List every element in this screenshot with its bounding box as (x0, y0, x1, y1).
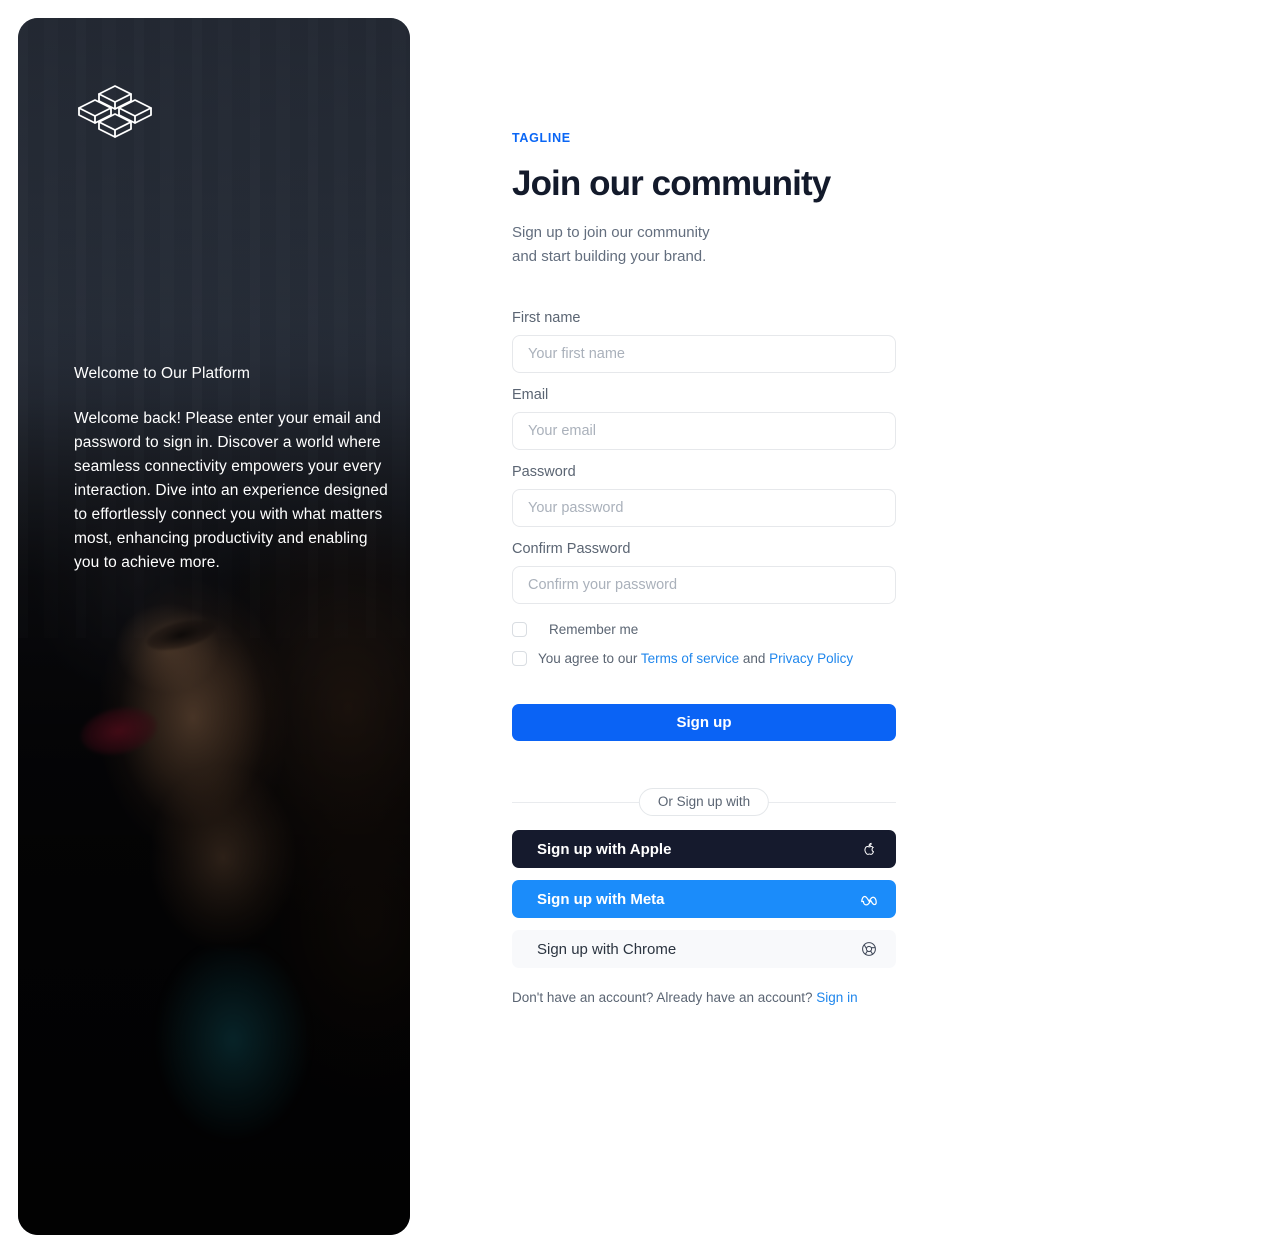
page-subtitle: Sign up to join our community and start … (512, 224, 710, 265)
chrome-icon (860, 940, 878, 958)
hero-title: Welcome to Our Platform (74, 365, 251, 382)
field-email: Email (512, 387, 896, 450)
meta-icon (860, 890, 878, 908)
email-input[interactable] (512, 412, 896, 450)
apple-button-label: Sign up with Apple (537, 840, 672, 858)
chrome-button-label: Sign up with Chrome (537, 940, 677, 958)
divider: Or Sign up with (512, 788, 896, 816)
confirm-password-input[interactable] (512, 566, 896, 604)
field-password: Password (512, 464, 896, 527)
first-name-input[interactable] (512, 335, 896, 373)
remember-me-label: Remember me (549, 621, 639, 637)
privacy-policy-link[interactable]: Privacy Policy (769, 651, 853, 666)
field-confirm-password: Confirm Password (512, 541, 896, 604)
page-title: Join our community (512, 164, 831, 203)
signup-form-column: TAGLINE Join our community Sign up to jo… (512, 0, 896, 1008)
sign-in-link[interactable]: Sign in (816, 990, 857, 1005)
apple-icon (860, 840, 878, 858)
email-label: Email (512, 387, 549, 403)
checkbox-group: Remember me You agree to our Terms of se… (512, 618, 896, 669)
hero-vignette (18, 18, 410, 1235)
footer-text: Don't have an account? Already have an a… (512, 990, 817, 1005)
terms-prefix: You agree to our (538, 650, 641, 666)
sign-up-with-chrome-button[interactable]: Sign up with Chrome (512, 930, 896, 968)
sign-up-button[interactable]: Sign up (512, 704, 896, 741)
field-first-name: First name (512, 310, 896, 373)
password-label: Password (512, 464, 576, 480)
remember-me-row[interactable]: Remember me (512, 618, 896, 640)
password-input[interactable] (512, 489, 896, 527)
divider-label: Or Sign up with (638, 788, 770, 816)
sign-up-with-apple-button[interactable]: Sign up with Apple (512, 830, 896, 868)
terms-middle: and (739, 650, 770, 666)
terms-text: You agree to our Terms of service and Pr… (538, 651, 853, 666)
first-name-label: First name (512, 310, 581, 326)
terms-checkbox[interactable] (512, 650, 527, 666)
cubes-logo-icon (73, 78, 157, 142)
terms-of-service-link[interactable]: Terms of service (641, 651, 739, 666)
form-fields: First name Email Password Confirm Passwo… (512, 310, 896, 604)
hero-image-panel: Welcome to Our Platform Welcome back! Pl… (18, 18, 410, 1235)
signup-page: Welcome to Our Platform Welcome back! Pl… (0, 0, 1280, 1251)
meta-button-label: Sign up with Meta (537, 890, 665, 908)
confirm-password-label: Confirm Password (512, 541, 631, 557)
tagline: TAGLINE (512, 131, 571, 145)
sign-up-with-meta-button[interactable]: Sign up with Meta (512, 880, 896, 918)
terms-row[interactable]: You agree to our Terms of service and Pr… (512, 647, 896, 669)
footer-note: Don't have an account? Already have an a… (512, 988, 896, 1008)
remember-me-checkbox[interactable] (512, 621, 527, 637)
hero-copy: Welcome to Our Platform Welcome back! Pl… (74, 363, 392, 575)
hero-body-text: Welcome back! Please enter your email an… (74, 410, 388, 571)
